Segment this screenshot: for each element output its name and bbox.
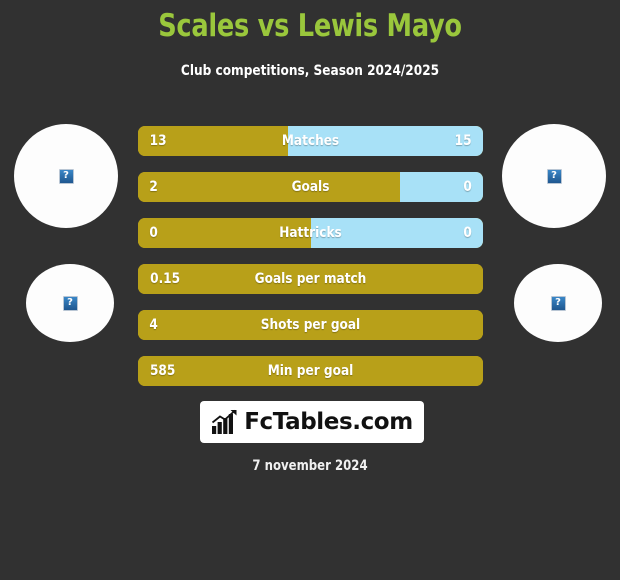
broken-image-glyph: ?: [555, 297, 561, 308]
stat-label: Min per goal: [267, 363, 354, 379]
stat-row: 0.15 Goals per match: [138, 264, 483, 294]
stat-label: Shots per goal: [260, 317, 361, 333]
infographic-root: Scales vs Lewis Mayo Club competitions, …: [0, 0, 620, 580]
stat-row: 585 Min per goal: [138, 356, 483, 386]
broken-image-icon: ?: [546, 168, 562, 184]
stat-row: 0 Hattricks 0: [138, 218, 483, 248]
stat-right-value: 15: [454, 133, 472, 149]
stat-row: 4 Shots per goal: [138, 310, 483, 340]
page-subtitle: Club competitions, Season 2024/2025: [180, 63, 440, 79]
stat-label: Hattricks: [279, 225, 342, 241]
fctables-logo-text: FcTables.com: [244, 409, 413, 435]
stat-label: Matches: [281, 133, 340, 149]
right-player-photo-bottom: ?: [514, 264, 602, 342]
page-title: Scales vs Lewis Mayo: [158, 8, 462, 44]
stat-label: Goals: [291, 179, 330, 195]
fctables-logo[interactable]: FcTables.com: [200, 401, 424, 443]
broken-image-glyph: ?: [551, 170, 557, 181]
bar-chart-arrow-icon: [212, 409, 237, 434]
stat-right-value: 0: [463, 225, 472, 241]
generated-date: 7 november 2024: [252, 458, 368, 474]
stat-row: 13 Matches 15: [138, 126, 483, 156]
stat-row: 2 Goals 0: [138, 172, 483, 202]
broken-image-glyph: ?: [63, 170, 69, 181]
left-player-photo-top: ?: [14, 124, 118, 228]
stat-label: Goals per match: [254, 271, 367, 287]
stat-right-value: 0: [463, 179, 472, 195]
broken-image-icon: ?: [62, 295, 78, 311]
broken-image-glyph: ?: [67, 297, 73, 308]
broken-image-icon: ?: [58, 168, 74, 184]
stat-comparison-bars: 13 Matches 15 2 Goals 0 0 Hattricks 0 0.15 Goals p…: [138, 126, 483, 402]
right-player-photo-top: ?: [502, 124, 606, 228]
left-player-photo-bottom: ?: [26, 264, 114, 342]
broken-image-icon: ?: [550, 295, 566, 311]
